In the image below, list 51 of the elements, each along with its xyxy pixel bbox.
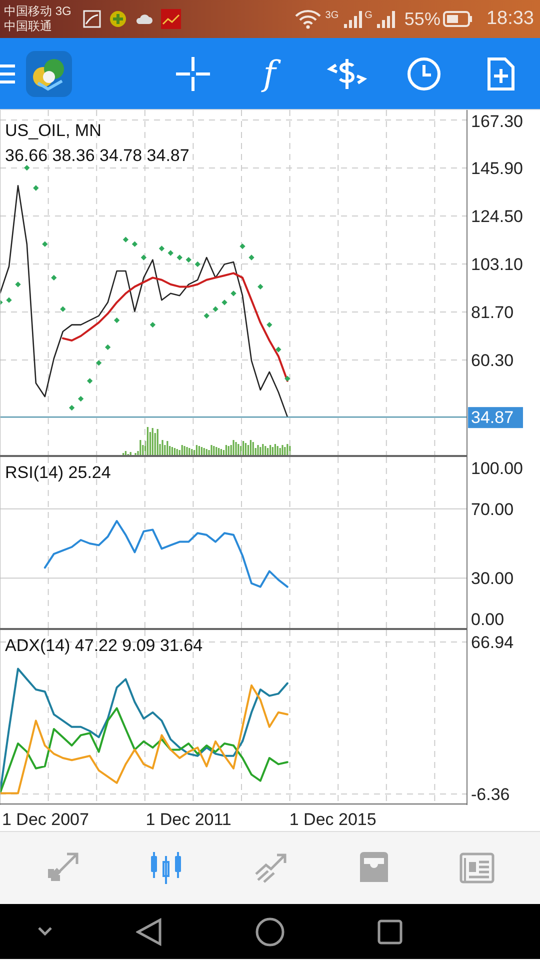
signal-icon [342,9,362,29]
ref-line-label: 34.87 [471,408,514,428]
axis-label: 167.30 [471,112,523,131]
home-button[interactable] [255,917,285,947]
axis-label: 81.70 [471,303,514,322]
app-icon [109,10,128,28]
axis-label: 60.30 [471,351,514,370]
carrier-name: 中国联通 [4,19,53,34]
price-tag: 34.87 [468,407,523,428]
date-label: 1 Dec 2015 [289,810,376,829]
carrier-name: 中国移动 3G [4,4,72,19]
network-type: G [364,10,372,21]
axis-label: 70.00 [471,500,514,519]
axis-label: 124.50 [471,207,523,226]
axis-label: 145.90 [471,159,523,178]
back-icon [136,918,162,946]
network-type: 3G [325,10,339,21]
axis-label: 0.00 [471,610,504,629]
recents-icon [377,919,403,945]
chart-app-icon [161,9,182,29]
dollar-arrows-icon [326,56,366,90]
symbol-title: US_OIL, MN [5,121,102,140]
add-document-icon [487,56,515,90]
collapse-button[interactable] [37,926,53,936]
back-button[interactable] [136,918,162,946]
axis-label: 30.00 [471,569,514,588]
axis-label: 100.00 [471,459,523,478]
recents-button[interactable] [377,919,403,945]
date-label: 1 Dec 2011 [146,810,232,829]
home-icon [255,917,285,947]
clock-icon [406,56,440,90]
cloud-icon [135,13,154,25]
battery-icon [443,10,474,28]
axis-label: -6.36 [471,785,510,804]
indicators-button[interactable]: f [231,48,308,98]
axis-label: 66.94 [471,632,514,652]
indicator-title: RSI(14) 25.24 [5,463,111,482]
battery-percent: 55% [404,8,440,30]
axis-label: 103.10 [471,255,523,274]
app-logo-icon [26,50,72,96]
indicator-title: ADX(14) 47.22 9.09 31.64 [5,636,203,655]
gallery-icon [83,10,102,28]
wifi-icon [294,9,322,29]
chevron-down-icon [37,926,53,936]
price-values: 36.66 38.36 34.78 34.87 [5,146,190,165]
signal-icon [375,9,396,29]
clock-time: 18:33 [486,8,534,30]
crosshair-icon [174,56,210,92]
menu-icon [0,62,15,84]
date-label: 1 Dec 2007 [2,810,89,829]
news-icon [458,850,496,886]
